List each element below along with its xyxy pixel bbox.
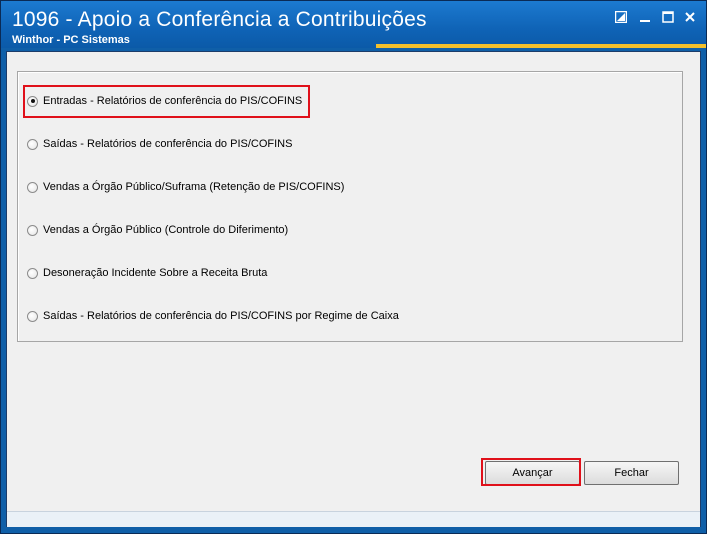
radio-saidas[interactable]: [27, 138, 38, 150]
main-panel: Entradas - Relatórios de conferência do …: [6, 51, 701, 527]
window-subtitle: Winthor - PC Sistemas: [12, 34, 130, 46]
maximize-button[interactable]: [660, 9, 676, 25]
window-title: 1096 - Apoio a Conferência a Contribuiçõ…: [12, 8, 427, 31]
option-entradas-label: Entradas - Relatórios de conferência do …: [43, 95, 303, 107]
minimize-button[interactable]: [637, 9, 653, 25]
option-entradas[interactable]: Entradas - Relatórios de conferência do …: [27, 91, 302, 111]
radio-vendas-suframa[interactable]: [27, 181, 38, 193]
options-group: Entradas - Relatórios de conferência do …: [17, 71, 683, 342]
close-icon: [685, 12, 695, 22]
option-vendas-suframa[interactable]: Vendas a Órgão Público/Suframa (Retenção…: [27, 177, 344, 197]
next-button-label: Avançar: [512, 467, 553, 479]
maximize-icon: [662, 11, 674, 23]
status-bar: [7, 511, 700, 527]
radio-saidas-regime-caixa[interactable]: [27, 310, 38, 322]
close-dialog-button-label: Fechar: [614, 467, 649, 479]
option-desoneracao-label: Desoneração Incidente Sobre a Receita Br…: [43, 267, 268, 279]
option-saidas-label: Saídas - Relatórios de conferência do PI…: [43, 138, 293, 150]
close-dialog-button[interactable]: Fechar: [584, 461, 679, 485]
minimize-icon: [640, 20, 650, 22]
close-button[interactable]: [682, 9, 698, 25]
option-saidas[interactable]: Saídas - Relatórios de conferência do PI…: [27, 134, 292, 154]
option-saidas-regime-caixa-label: Saídas - Relatórios de conferência do PI…: [43, 310, 399, 322]
radio-desoneracao[interactable]: [27, 267, 38, 279]
restore-icon: [615, 11, 627, 23]
option-vendas-suframa-label: Vendas a Órgão Público/Suframa (Retenção…: [43, 181, 345, 193]
radio-entradas[interactable]: [27, 95, 38, 107]
title-bar: 1096 - Apoio a Conferência a Contribuiçõ…: [1, 1, 706, 48]
app-window: 1096 - Apoio a Conferência a Contribuiçõ…: [0, 0, 707, 534]
restore-button[interactable]: [613, 9, 629, 25]
option-vendas-diferimento[interactable]: Vendas a Órgão Público (Controle do Dife…: [27, 220, 288, 240]
option-saidas-regime-caixa[interactable]: Saídas - Relatórios de conferência do PI…: [27, 306, 399, 326]
radio-vendas-diferimento[interactable]: [27, 224, 38, 236]
option-desoneracao[interactable]: Desoneração Incidente Sobre a Receita Br…: [27, 263, 267, 283]
option-vendas-diferimento-label: Vendas a Órgão Público (Controle do Dife…: [43, 224, 289, 236]
title-accent-line: [376, 44, 706, 48]
next-button[interactable]: Avançar: [485, 461, 580, 485]
